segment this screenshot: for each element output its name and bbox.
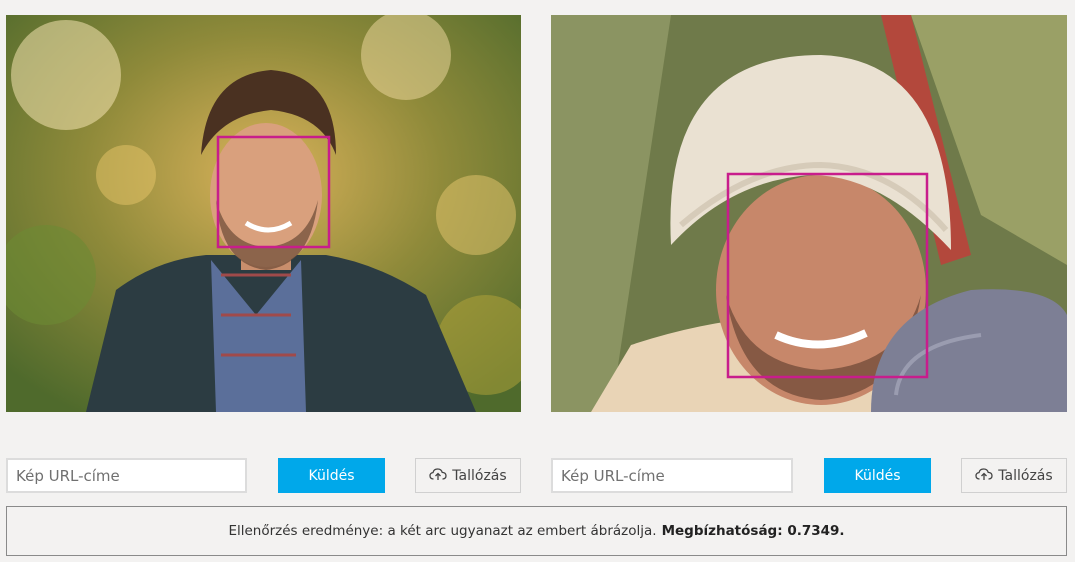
right-face-image: [551, 15, 1067, 412]
result-text: Ellenőrzés eredménye: a két arc ugyanazt…: [228, 523, 657, 539]
left-browse-label: Tallózás: [452, 467, 507, 484]
right-submit-button[interactable]: Küldés: [824, 458, 931, 493]
left-browse-button[interactable]: Tallózás: [415, 458, 521, 493]
right-browse-button[interactable]: Tallózás: [961, 458, 1067, 493]
confidence-value: Megbízhatóság: 0.7349.: [661, 523, 845, 539]
left-face-image: [6, 15, 521, 412]
cloud-upload-icon: [429, 467, 447, 485]
verification-result: Ellenőrzés eredménye: a két arc ugyanazt…: [6, 506, 1067, 556]
cloud-upload-icon: [975, 467, 993, 485]
left-submit-button[interactable]: Küldés: [278, 458, 385, 493]
right-browse-label: Tallózás: [998, 467, 1053, 484]
right-url-input[interactable]: [551, 458, 793, 493]
left-url-input[interactable]: [6, 458, 247, 493]
